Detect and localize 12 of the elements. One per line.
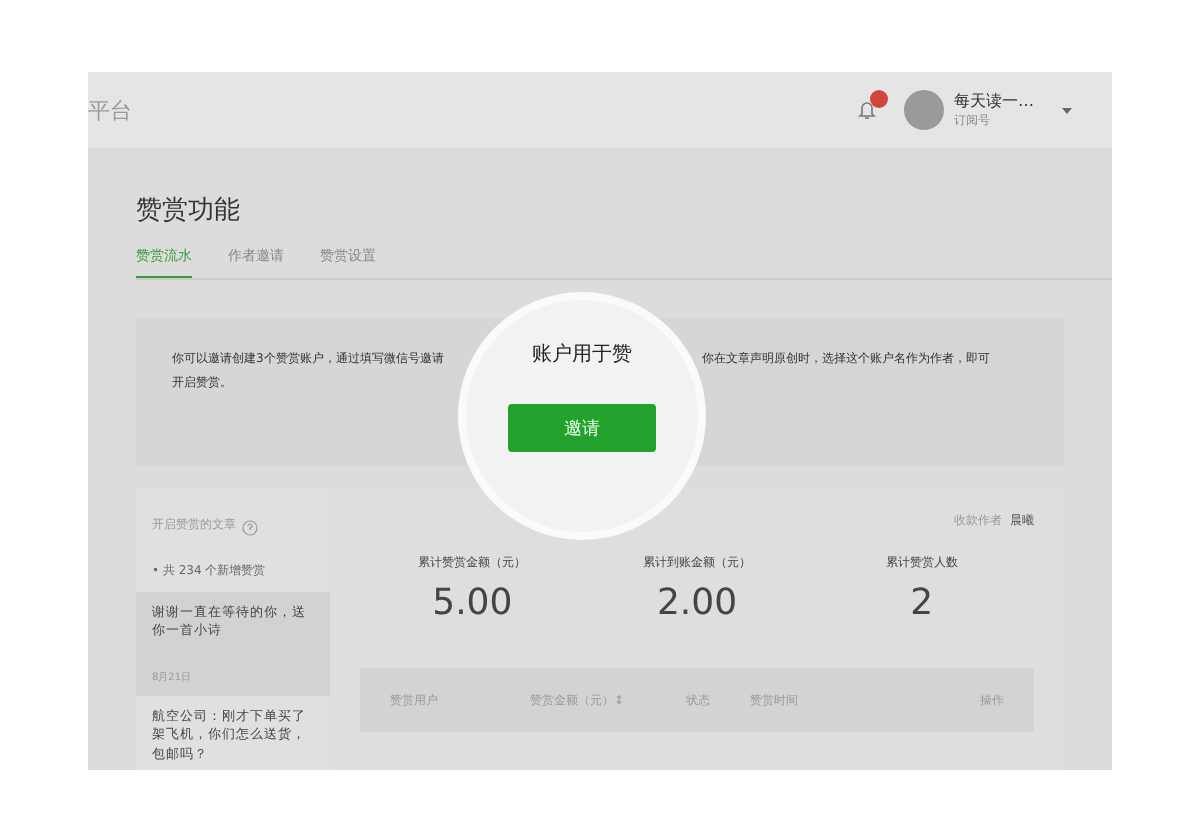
bell-icon	[857, 100, 875, 120]
magnified-caption: 账户用于赞	[532, 341, 632, 368]
stat-value: 5.00	[432, 582, 513, 624]
avatar	[904, 90, 944, 130]
account-name[interactable]: 每天读一…	[954, 90, 1034, 112]
page-title: 赞赏功能	[136, 194, 242, 228]
brand-text: 平台	[88, 95, 132, 125]
invite-button[interactable]: 邀请	[508, 404, 656, 452]
help-icon[interactable]	[242, 520, 258, 536]
stat-value: 2.00	[656, 582, 738, 624]
caret-icon[interactable]	[1062, 107, 1072, 113]
stat-value: 2	[910, 582, 934, 624]
